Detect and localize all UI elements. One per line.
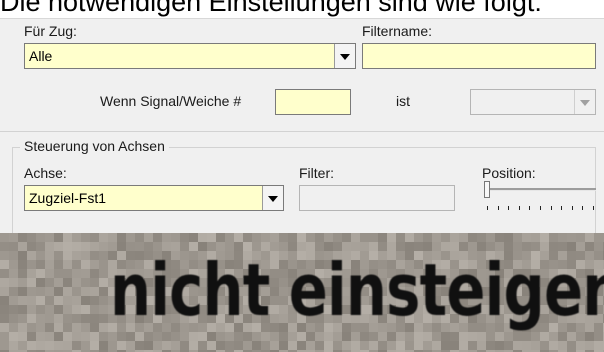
filter-name-label: Filtername: xyxy=(362,23,433,39)
slider-tick xyxy=(498,206,499,210)
chevron-down-icon xyxy=(268,196,278,202)
axis-control-group-title: Steuerung von Achsen xyxy=(20,138,169,154)
slider-tick xyxy=(593,206,594,210)
display-sign-text: nicht einsteigen xyxy=(110,248,604,332)
slider-tick xyxy=(582,206,583,210)
settings-dialog: Für Zug: Alle Filtername: Wenn Signal/We… xyxy=(0,18,604,238)
axis-dropdown-button[interactable] xyxy=(262,186,283,210)
chevron-down-icon xyxy=(340,54,350,60)
slider-tick xyxy=(508,206,509,210)
axis-value: Zugziel-Fst1 xyxy=(29,190,107,206)
train-filter-value: Alle xyxy=(29,48,53,64)
slider-tick xyxy=(572,206,573,210)
axis-label: Achse: xyxy=(24,165,67,181)
slider-tick xyxy=(529,206,530,210)
chevron-down-icon xyxy=(580,100,590,106)
signal-state-dropdown-button[interactable] xyxy=(574,90,595,114)
position-slider-track[interactable] xyxy=(484,188,596,191)
axis-filter-label: Filter: xyxy=(299,165,334,181)
signal-ist-label: ist xyxy=(396,93,410,109)
axis-filter-input[interactable] xyxy=(299,185,455,211)
slider-tick xyxy=(519,206,520,210)
slider-tick xyxy=(551,206,552,210)
position-slider-thumb[interactable] xyxy=(484,181,490,198)
filter-name-input[interactable] xyxy=(362,43,596,69)
train-filter-label: Für Zug: xyxy=(24,23,77,39)
train-filter-combo[interactable]: Alle xyxy=(24,43,356,69)
train-filter-dropdown-button[interactable] xyxy=(334,44,355,68)
section-divider xyxy=(0,131,604,132)
slider-tick xyxy=(540,206,541,210)
signal-number-input[interactable] xyxy=(275,89,351,115)
intro-caption: Die notwendigen Einstellungen sind wie f… xyxy=(0,0,542,17)
signal-state-combo[interactable] xyxy=(470,89,596,115)
slider-tick xyxy=(561,206,562,210)
signal-condition-label: Wenn Signal/Weiche # xyxy=(100,93,242,109)
display-sign: nicht einsteigen xyxy=(0,233,604,352)
axis-combo[interactable]: Zugziel-Fst1 xyxy=(24,185,284,211)
slider-tick xyxy=(487,206,488,210)
position-label: Position: xyxy=(482,165,536,181)
